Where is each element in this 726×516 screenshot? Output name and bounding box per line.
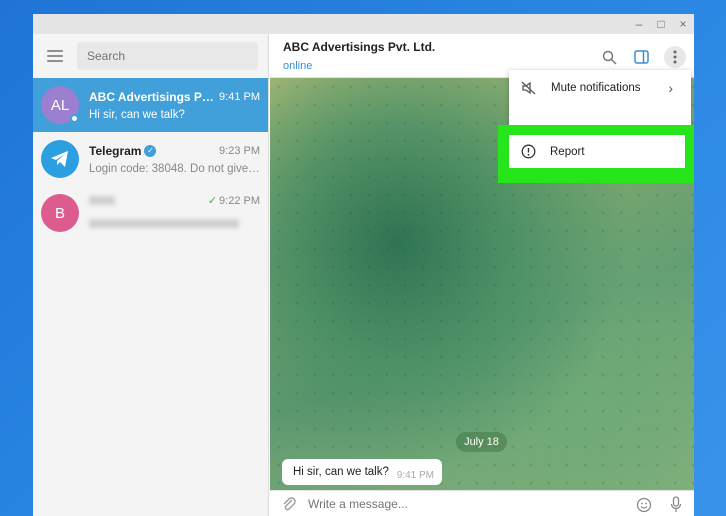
report-highlight: Report <box>498 125 694 183</box>
chat-status: online <box>283 59 313 72</box>
minimize-button[interactable]: – <box>628 14 650 34</box>
composer <box>270 490 694 516</box>
chat-body: ✓ 9:22 PM <box>89 194 260 233</box>
date-separator: July 18 <box>456 432 507 452</box>
title-bar: – □ × <box>33 14 694 34</box>
avatar: AL <box>41 86 79 124</box>
chat-item-abc[interactable]: AL ABC Advertisings Pvt. L... 9:41 PM Hi… <box>33 78 268 132</box>
chat-time: 9:41 PM <box>219 90 260 103</box>
sidebar-toggle-icon[interactable] <box>632 48 650 66</box>
search-icon[interactable] <box>600 48 618 66</box>
online-indicator <box>70 114 79 123</box>
message-input[interactable] <box>308 496 608 511</box>
menu-item-label: Mute notifications <box>551 82 641 94</box>
chat-name: Telegram ✓ <box>89 144 157 158</box>
chat-item-telegram[interactable]: Telegram ✓ 9:23 PM Login code: 38048. Do … <box>33 132 268 186</box>
report-item[interactable]: Report <box>509 135 685 168</box>
read-check-icon: ✓ <box>207 194 218 207</box>
context-menu: Mute notifications › <box>509 70 691 132</box>
chat-time: 9:23 PM <box>219 144 260 157</box>
message-bubble[interactable]: Hi sir, can we talk? 9:41 PM <box>282 459 442 485</box>
message-text: Hi sir, can we talk? <box>293 466 389 478</box>
chat-body: ABC Advertisings Pvt. L... 9:41 PM Hi si… <box>89 90 260 121</box>
chat-preview: Login code: 38048. Do not give t... <box>89 162 260 175</box>
blurred-preview <box>89 218 239 228</box>
verified-icon: ✓ <box>144 145 157 158</box>
sidebar: AL ABC Advertisings Pvt. L... 9:41 PM Hi… <box>33 34 269 516</box>
chat-name: ABC Advertisings Pvt. L... <box>89 89 219 104</box>
sidebar-header <box>33 34 268 78</box>
chat-preview: Hi sir, can we talk? <box>89 108 185 121</box>
attach-icon[interactable] <box>282 496 296 512</box>
avatar-initials: B <box>54 204 65 222</box>
search-input[interactable] <box>77 42 258 70</box>
blurred-name <box>89 195 115 205</box>
mute-icon <box>521 81 536 95</box>
telegram-logo-icon <box>41 140 79 178</box>
menu-icon[interactable] <box>47 50 63 62</box>
telegram-window: – □ × AL ABC Advertisings Pvt. L... 9:41… <box>33 14 694 516</box>
message-time: 9:41 PM <box>396 470 434 481</box>
mute-notifications-item[interactable]: Mute notifications › <box>509 70 691 106</box>
chat-time: ✓ 9:22 PM <box>207 194 260 207</box>
chevron-right-icon: › <box>668 80 673 96</box>
chat-title: ABC Advertisings Pvt. Ltd. <box>283 39 436 54</box>
microphone-icon[interactable] <box>670 496 682 513</box>
maximize-button[interactable]: □ <box>650 14 672 34</box>
avatar-initials: AL <box>50 96 70 114</box>
chat-item-b[interactable]: B ✓ 9:22 PM <box>33 186 268 240</box>
avatar: B <box>41 194 79 232</box>
more-icon[interactable] <box>664 46 686 68</box>
report-icon <box>521 144 536 159</box>
emoji-icon[interactable] <box>636 497 652 513</box>
chat-body: Telegram ✓ 9:23 PM Login code: 38048. Do … <box>89 144 260 175</box>
close-button[interactable]: × <box>672 14 694 34</box>
menu-item-label: Report <box>550 145 585 158</box>
